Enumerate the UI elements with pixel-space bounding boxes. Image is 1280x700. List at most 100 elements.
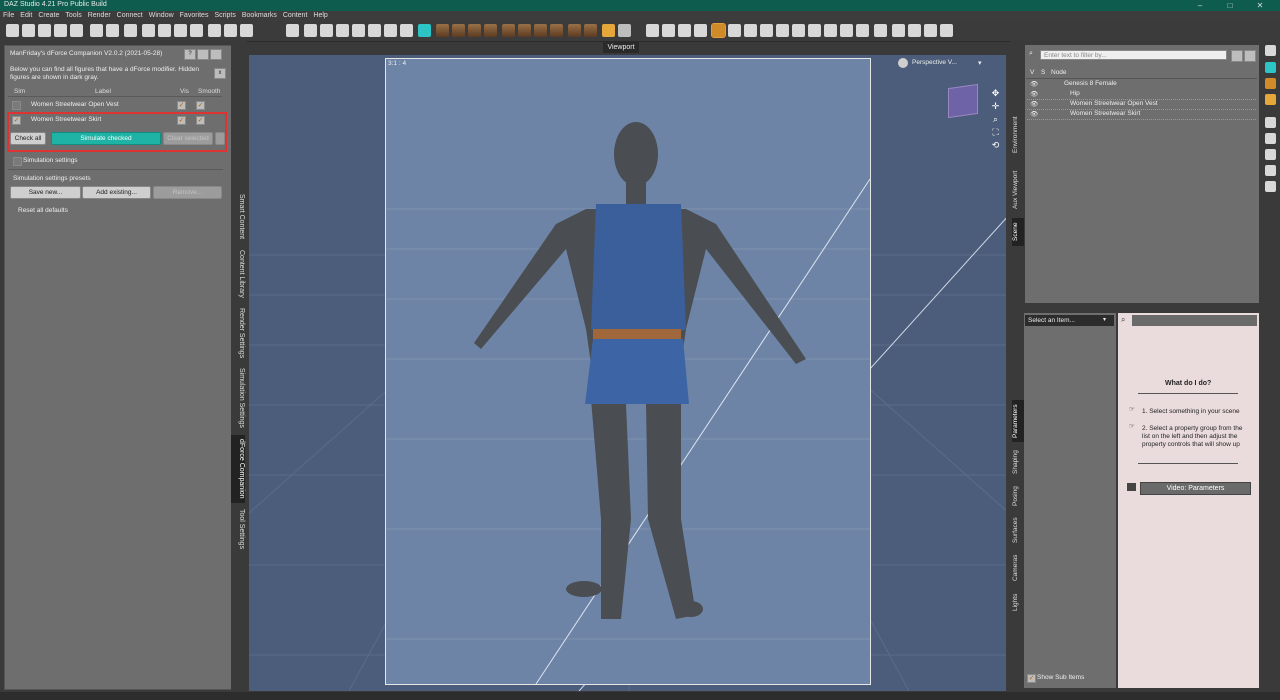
panel-icon[interactable] bbox=[1265, 165, 1276, 176]
color-palette-icon[interactable] bbox=[1265, 94, 1276, 105]
eye-icon[interactable]: 👁 bbox=[1030, 110, 1038, 118]
tool-a-icon[interactable] bbox=[124, 24, 137, 37]
undo-icon[interactable] bbox=[90, 24, 103, 37]
reset-view-icon[interactable]: ⟲ bbox=[990, 140, 1001, 150]
move-icon[interactable] bbox=[646, 24, 659, 37]
sim-checkbox[interactable] bbox=[12, 101, 21, 110]
tab-cameras[interactable]: Cameras bbox=[1012, 551, 1024, 585]
rotate-icon[interactable] bbox=[678, 24, 691, 37]
tab-lights[interactable]: Lights bbox=[1012, 589, 1024, 615]
tool-c-icon[interactable] bbox=[158, 24, 171, 37]
open-folder-icon[interactable] bbox=[22, 24, 35, 37]
tool-i-icon[interactable] bbox=[728, 24, 741, 37]
save-as-icon[interactable] bbox=[70, 24, 83, 37]
vis-checkbox[interactable]: ✓ bbox=[177, 101, 186, 110]
camera-icon[interactable] bbox=[940, 24, 953, 37]
gear-icon[interactable] bbox=[618, 24, 631, 37]
tab-smart-content[interactable]: Smart Content bbox=[231, 190, 245, 244]
menu-window[interactable]: Window bbox=[149, 11, 174, 21]
tab-render-settings[interactable]: Render Settings bbox=[231, 305, 245, 361]
tab-surfaces[interactable]: Surfaces bbox=[1012, 513, 1024, 547]
figure-icon[interactable] bbox=[468, 24, 481, 37]
scene-e-icon[interactable] bbox=[352, 24, 365, 37]
maximize-icon[interactable]: □ bbox=[1215, 0, 1245, 11]
new-file-icon[interactable] bbox=[6, 24, 19, 37]
panel-icon[interactable] bbox=[1265, 149, 1276, 160]
tool-j-icon[interactable] bbox=[744, 24, 757, 37]
scene-c-icon[interactable] bbox=[320, 24, 333, 37]
panel-icon[interactable] bbox=[1265, 62, 1276, 73]
figure-icon[interactable] bbox=[534, 24, 547, 37]
viewport-tab[interactable]: Viewport bbox=[603, 42, 639, 53]
zoom-icon[interactable]: ⌕ bbox=[990, 114, 1001, 124]
tab-parameters[interactable]: Parameters bbox=[1012, 400, 1024, 442]
figure-icon[interactable] bbox=[568, 24, 581, 37]
scene-d-icon[interactable] bbox=[336, 24, 349, 37]
save-new-button[interactable]: Save new... bbox=[10, 186, 81, 199]
tool-b-icon[interactable] bbox=[142, 24, 155, 37]
panel-icon[interactable] bbox=[1265, 117, 1276, 128]
tab-tool-settings[interactable]: Tool Settings bbox=[231, 506, 245, 552]
menu-bookmarks[interactable]: Bookmarks bbox=[242, 11, 277, 21]
eye-icon[interactable]: 👁 bbox=[1030, 100, 1038, 108]
scene-a-icon[interactable] bbox=[286, 24, 299, 37]
menu-file[interactable]: File bbox=[3, 11, 14, 21]
panel-icon[interactable] bbox=[1265, 181, 1276, 192]
parameter-search-input[interactable] bbox=[1132, 315, 1257, 326]
select-icon[interactable] bbox=[662, 24, 675, 37]
scene-node[interactable]: Women Streetwear Skirt bbox=[1070, 110, 1140, 117]
menu-help[interactable]: Help bbox=[313, 11, 327, 21]
tab-dforce-companion[interactable]: dForce Companion bbox=[231, 435, 245, 503]
scene-node[interactable]: Hip bbox=[1070, 90, 1080, 97]
tool-u-icon[interactable] bbox=[924, 24, 937, 37]
close-icon[interactable]: ✕ bbox=[1245, 0, 1275, 11]
scene-h-icon[interactable] bbox=[400, 24, 413, 37]
tool-m-icon[interactable] bbox=[792, 24, 805, 37]
tab-environment[interactable]: Environment bbox=[1012, 110, 1024, 160]
view-cube-icon[interactable] bbox=[948, 83, 978, 119]
orbit-icon[interactable]: ✥ bbox=[990, 88, 1001, 98]
select-item-dropdown[interactable]: Select an Item... bbox=[1025, 315, 1114, 326]
tool-o-icon[interactable] bbox=[824, 24, 837, 37]
menu-edit[interactable]: Edit bbox=[20, 11, 32, 21]
scene-node[interactable]: Genesis 8 Female bbox=[1064, 80, 1117, 87]
add-existing-button[interactable]: Add existing... bbox=[82, 186, 151, 199]
figure-icon[interactable] bbox=[584, 24, 597, 37]
scene-search-input[interactable]: Enter text to filter by... bbox=[1040, 50, 1227, 60]
menu-create[interactable]: Create bbox=[38, 11, 59, 21]
menu-tools[interactable]: Tools bbox=[65, 11, 81, 21]
minimize-icon[interactable]: – bbox=[1185, 0, 1215, 11]
scene-b-icon[interactable] bbox=[304, 24, 317, 37]
menu-connect[interactable]: Connect bbox=[117, 11, 143, 21]
panel-icon[interactable] bbox=[1265, 78, 1276, 89]
tool-k-icon[interactable] bbox=[760, 24, 773, 37]
figure-icon[interactable] bbox=[518, 24, 531, 37]
tool-r-icon[interactable] bbox=[874, 24, 887, 37]
float-button[interactable] bbox=[197, 49, 209, 60]
tab-scene[interactable]: Scene bbox=[1012, 218, 1024, 246]
chevron-down-icon[interactable]: ▾ bbox=[978, 59, 982, 67]
reset-defaults-link[interactable]: Reset all defaults bbox=[18, 207, 68, 214]
tool-t-icon[interactable] bbox=[908, 24, 921, 37]
tab-shaping[interactable]: Shaping bbox=[1012, 446, 1024, 478]
close-button[interactable]: x bbox=[214, 68, 226, 79]
filter-menu-button[interactable] bbox=[1231, 50, 1243, 62]
tab-aux-viewport[interactable]: Aux Viewport bbox=[1012, 165, 1024, 215]
tab-simulation-settings[interactable]: Simulation Settings bbox=[231, 364, 245, 432]
tab-posing[interactable]: Posing bbox=[1012, 482, 1024, 510]
video-parameters-button[interactable]: Video: Parameters bbox=[1140, 482, 1251, 495]
eye-icon[interactable]: 👁 bbox=[1030, 90, 1038, 98]
menu-content[interactable]: Content bbox=[283, 11, 308, 21]
panel-icon[interactable] bbox=[1265, 133, 1276, 144]
help-button[interactable]: ? bbox=[184, 49, 196, 60]
figure-icon[interactable] bbox=[436, 24, 449, 37]
tool-d-icon[interactable] bbox=[174, 24, 187, 37]
figure-icon[interactable] bbox=[502, 24, 515, 37]
frame-icon[interactable]: ⛶ bbox=[990, 127, 1001, 137]
tool-e-icon[interactable] bbox=[190, 24, 203, 37]
figure-icon[interactable] bbox=[550, 24, 563, 37]
menu-scripts[interactable]: Scripts bbox=[214, 11, 235, 21]
tool-f-icon[interactable] bbox=[208, 24, 221, 37]
menu-favorites[interactable]: Favorites bbox=[180, 11, 209, 21]
dforce-icon[interactable] bbox=[418, 24, 431, 37]
